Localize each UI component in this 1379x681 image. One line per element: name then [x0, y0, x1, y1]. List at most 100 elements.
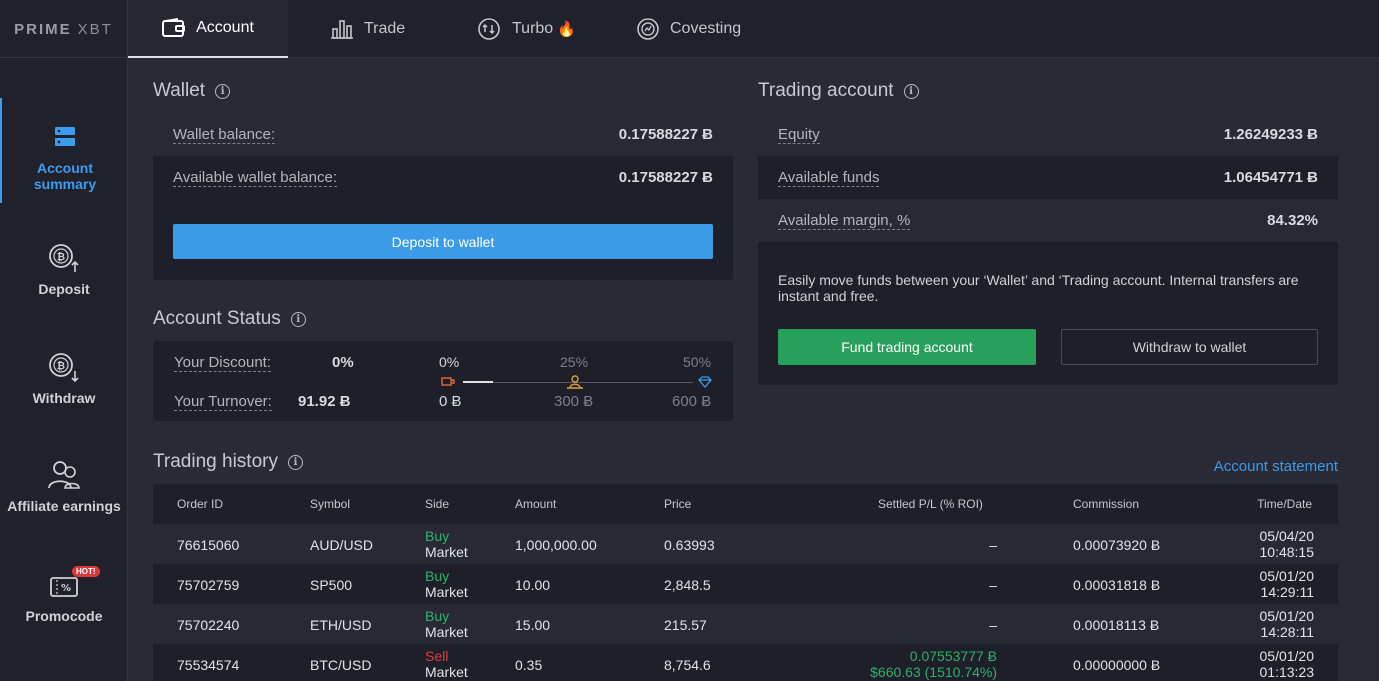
available-funds-value: 1.06454771 Ƀ [1223, 169, 1318, 186]
available-wallet-balance-row: Available wallet balance: 0.17588227 Ƀ [153, 156, 733, 199]
settled-pl: – [989, 537, 997, 553]
deposit-to-wallet-button[interactable]: Deposit to wallet [173, 224, 713, 259]
sidebar: Account summary ₿ Deposit ₿ Withdraw Aff… [0, 58, 128, 681]
wallet-card: Wallet balance: 0.17588227 Ƀ Available w… [153, 113, 733, 280]
tier-0-amount: 0 Ƀ [439, 393, 462, 410]
tier-2-percent: 50% [683, 354, 712, 370]
tier-0-percent: 0% [439, 354, 460, 370]
commission: 0.00018113 Ƀ [1073, 617, 1160, 633]
order-id: 75702759 [177, 577, 240, 593]
order-type: Market [425, 544, 468, 560]
column-header[interactable]: Time/Date [1257, 484, 1312, 524]
time: 14:28:11 [1260, 624, 1314, 640]
symbol: AUD/USD [310, 537, 374, 553]
tier-2-amount: 600 Ƀ [672, 393, 712, 410]
info-icon[interactable]: i [290, 311, 306, 327]
account-status-card: Your Discount: 0% Your Turnover: 91.92 Ƀ… [153, 341, 733, 421]
available-margin-label: Available margin, % [778, 211, 911, 230]
price: 215.57 [664, 617, 707, 633]
server-stack-icon [48, 120, 82, 154]
side: Buy [425, 528, 450, 544]
fund-trading-account-button[interactable]: Fund trading account [778, 329, 1036, 365]
sidebar-item-promocode[interactable]: % HOT! Promocode [0, 566, 128, 624]
column-header[interactable]: Amount [515, 484, 556, 524]
order-type: Market [425, 584, 468, 600]
sidebar-item-deposit[interactable]: ₿ Deposit [0, 241, 128, 297]
trading-account-card: Equity 1.26249233 Ƀ Available funds 1.06… [758, 113, 1338, 385]
side: Buy [425, 608, 450, 624]
tab-label: Trade [364, 20, 406, 37]
column-header[interactable]: Commission [1073, 484, 1139, 524]
price: 8,754.6 [664, 657, 711, 673]
date: 05/04/20 [1259, 528, 1315, 544]
affiliate-users-icon [47, 458, 81, 492]
column-header[interactable]: Settled P/L (% ROI) [878, 484, 983, 524]
sidebar-item-label: Account summary [33, 160, 97, 192]
settled-pl-btc: 0.07553777 Ƀ [909, 648, 997, 664]
sidebar-item-withdraw[interactable]: ₿ Withdraw [0, 350, 128, 406]
bronze-tier-icon [441, 377, 455, 386]
column-header[interactable]: Order ID [177, 484, 223, 524]
discount-value: 0% [332, 354, 354, 371]
wallet-balance-label: Wallet balance: [173, 125, 275, 144]
bitcoin-withdraw-icon: ₿ [47, 350, 81, 384]
svg-text:₿: ₿ [57, 360, 65, 372]
turnover-label: Your Turnover: [174, 393, 272, 411]
covesting-icon [637, 18, 659, 40]
withdraw-to-wallet-button[interactable]: Withdraw to wallet [1061, 329, 1318, 365]
wallet-balance-value: 0.17588227 Ƀ [618, 126, 713, 143]
wallet-balance-row: Wallet balance: 0.17588227 Ƀ [153, 113, 733, 156]
trading-history-table: Order ID Symbol Side Amount Price Settle… [153, 484, 1338, 681]
order-type: Market [425, 664, 468, 680]
account-statement-link[interactable]: Account statement [1214, 458, 1338, 475]
table-row[interactable]: 76615060 AUD/USD Buy Market 1,000,000.00… [153, 524, 1338, 564]
sidebar-item-account-summary[interactable]: Account summary [0, 98, 128, 203]
ticket-percent-icon: % HOT! [0, 566, 128, 602]
date: 05/01/20 [1259, 648, 1315, 664]
turbo-icon [478, 18, 500, 40]
trading-history-title: Trading history i [153, 451, 303, 473]
diamond-tier-icon [698, 376, 712, 388]
svg-text:%: % [61, 583, 71, 594]
commission: 0.00073920 Ƀ [1073, 537, 1161, 553]
discount-label: Your Discount: [174, 354, 272, 372]
wallet-icon [162, 18, 186, 37]
price: 2,848.5 [664, 577, 711, 593]
settled-pl: – [989, 577, 997, 593]
account-status-title: Account Status i [153, 308, 306, 330]
side: Sell [425, 648, 449, 664]
available-margin-value: 84.32% [1267, 212, 1318, 229]
trading-account-title: Trading account i [758, 80, 919, 102]
amount: 1,000,000.00 [515, 537, 597, 553]
tab-trade[interactable]: Trade [330, 0, 405, 58]
commission: 0.00000000 Ƀ [1073, 657, 1161, 673]
amount: 15.00 [515, 617, 551, 633]
sidebar-item-label: Deposit [38, 281, 90, 297]
tier-1-percent: 25% [560, 354, 589, 370]
tab-label: Covesting [670, 20, 742, 37]
info-icon[interactable]: i [903, 83, 919, 99]
info-icon[interactable]: i [215, 83, 231, 99]
sidebar-item-affiliate-earnings[interactable]: Affiliate earnings [0, 458, 128, 514]
column-header[interactable]: Price [664, 484, 691, 524]
column-header[interactable]: Symbol [310, 484, 350, 524]
table-row[interactable]: 75702759 SP500 Buy Market 10.00 2,848.5 … [153, 564, 1338, 604]
available-wallet-balance-label: Available wallet balance: [173, 168, 337, 187]
order-id: 75534574 [177, 657, 240, 673]
logo[interactable]: PRIME XBT [0, 0, 128, 58]
tier-progress-fill [463, 381, 493, 383]
fire-icon: 🔥 [557, 21, 576, 38]
time: 10:48:15 [1259, 544, 1315, 560]
side: Buy [425, 568, 450, 584]
info-icon[interactable]: i [287, 454, 303, 470]
symbol: ETH/USD [310, 617, 372, 633]
sidebar-item-label: Withdraw [32, 390, 96, 406]
tab-covesting[interactable]: Covesting [636, 0, 741, 58]
table-row[interactable]: 75702240 ETH/USD Buy Market 15.00 215.57… [153, 604, 1338, 644]
tab-account[interactable]: Account [128, 0, 288, 58]
table-row[interactable]: 75534574 BTC/USD Sell Market 0.35 8,754.… [153, 644, 1338, 681]
available-wallet-balance-value: 0.17588227 Ƀ [618, 169, 713, 186]
tab-turbo[interactable]: Turbo 🔥 [476, 0, 576, 58]
column-header[interactable]: Side [425, 484, 449, 524]
order-type: Market [425, 624, 468, 640]
